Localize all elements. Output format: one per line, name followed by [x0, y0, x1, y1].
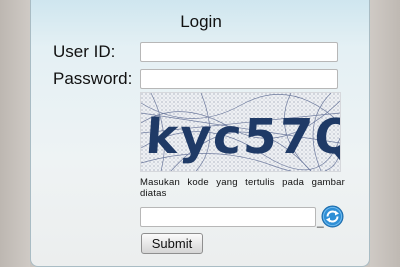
- captcha-text: kyc57Q: [144, 109, 340, 165]
- password-label: Password:: [53, 69, 133, 88]
- user-id-label: User ID:: [53, 42, 116, 61]
- user-id-input[interactable]: [140, 42, 338, 62]
- captcha-input[interactable]: [140, 207, 316, 227]
- captcha-noise-graphic: kyc57Q: [141, 93, 340, 171]
- captcha-hint: Masukan kode yang tertulis pada gambar d…: [140, 177, 345, 199]
- password-input[interactable]: [140, 69, 338, 89]
- refresh-captcha-icon[interactable]: [321, 205, 344, 228]
- login-panel: Login User ID: Password: kyc57Q Masukan …: [30, 0, 370, 267]
- page-background-right: [370, 0, 400, 267]
- login-title: Login: [180, 12, 222, 31]
- captcha-image: kyc57Q: [140, 92, 341, 172]
- submit-button[interactable]: Submit: [141, 233, 203, 254]
- page-background-left: [0, 0, 30, 267]
